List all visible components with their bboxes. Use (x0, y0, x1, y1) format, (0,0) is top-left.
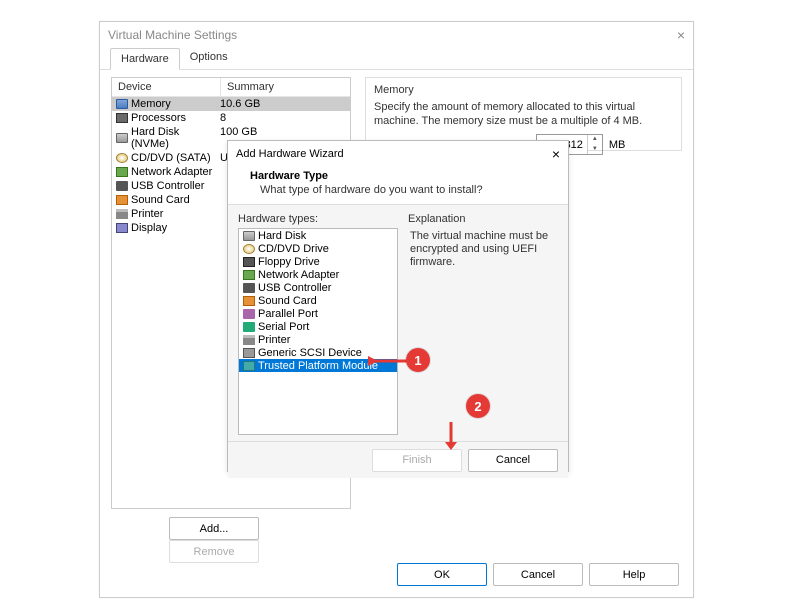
hardware-type-item[interactable]: CD/DVD Drive (239, 242, 397, 255)
hw-label: Sound Card (258, 295, 317, 307)
hardware-types-list[interactable]: Hard DiskCD/DVD DriveFloppy DriveNetwork… (238, 228, 398, 435)
device-name: Display (131, 222, 167, 234)
hardware-type-item[interactable]: Serial Port (239, 320, 397, 333)
device-icon (116, 153, 128, 163)
help-button[interactable]: Help (589, 563, 679, 586)
hardware-type-item[interactable]: Floppy Drive (239, 255, 397, 268)
device-name: USB Controller (131, 180, 204, 192)
tab-options[interactable]: Options (180, 47, 238, 69)
close-icon[interactable]: × (677, 27, 685, 43)
explanation-text: The virtual machine must be encrypted an… (408, 228, 558, 271)
hw-label: Parallel Port (258, 308, 318, 320)
wizard-left: Hardware types: Hard DiskCD/DVD DriveFlo… (238, 213, 398, 433)
add-button[interactable]: Add... (169, 517, 259, 540)
titlebar: Virtual Machine Settings × (100, 22, 693, 47)
device-table-header: Device Summary (112, 78, 350, 97)
device-icon (116, 223, 128, 233)
wizard-header: Hardware Type What type of hardware do y… (228, 166, 568, 205)
hw-icon (243, 322, 255, 332)
explanation-label: Explanation (408, 213, 558, 225)
wizard-subheading: What type of hardware do you want to ins… (250, 184, 546, 196)
hw-icon (243, 296, 255, 306)
wizard-title: Add Hardware Wizard (236, 148, 344, 160)
hw-icon (243, 309, 255, 319)
wizard-heading: Hardware Type (250, 170, 328, 182)
add-hardware-wizard: Add Hardware Wizard × Hardware Type What… (227, 140, 569, 472)
device-name: Processors (131, 112, 186, 124)
device-icon (116, 181, 128, 191)
hardware-type-item[interactable]: Hard Disk (239, 229, 397, 242)
device-name: Hard Disk (NVMe) (131, 126, 218, 150)
hw-icon (243, 270, 255, 280)
device-row[interactable]: Memory 10.6 GB (112, 97, 350, 111)
wizard-cancel-button[interactable]: Cancel (468, 449, 558, 472)
hw-icon (243, 283, 255, 293)
hw-label: CD/DVD Drive (258, 243, 329, 255)
memory-title: Memory (374, 84, 673, 96)
hw-icon (243, 361, 255, 371)
memory-desc: Specify the amount of memory allocated t… (374, 100, 673, 128)
hardware-type-item[interactable]: Printer (239, 333, 397, 346)
memory-unit: MB (609, 139, 626, 151)
hw-label: Generic SCSI Device (258, 347, 362, 359)
annotation-1: 1 (406, 348, 430, 372)
wizard-footer: Finish Cancel (228, 442, 568, 478)
device-icon (116, 133, 128, 143)
device-icon (116, 99, 128, 109)
device-summary: 10.6 GB (218, 98, 350, 110)
device-name: Sound Card (131, 194, 190, 206)
hardware-type-item[interactable]: Sound Card (239, 294, 397, 307)
hardware-type-item[interactable]: Generic SCSI Device (239, 346, 397, 359)
hw-icon (243, 231, 255, 241)
device-name: Printer (131, 208, 163, 220)
device-icon (116, 209, 128, 219)
tab-hardware[interactable]: Hardware (110, 48, 180, 70)
device-name: CD/DVD (SATA) (131, 152, 211, 164)
device-icon (116, 113, 128, 123)
hw-label: Trusted Platform Module (258, 360, 378, 372)
finish-button[interactable]: Finish (372, 449, 462, 472)
device-name: Memory (131, 98, 171, 110)
spinner-arrows[interactable]: ▲▼ (587, 135, 602, 154)
cancel-button[interactable]: Cancel (493, 563, 583, 586)
hw-icon (243, 348, 255, 358)
hardware-type-item[interactable]: Network Adapter (239, 268, 397, 281)
hardware-type-item[interactable]: Trusted Platform Module (239, 359, 397, 372)
hw-label: Hard Disk (258, 230, 306, 242)
hw-label: Floppy Drive (258, 256, 320, 268)
device-icon (116, 167, 128, 177)
device-name: Network Adapter (131, 166, 212, 178)
hw-icon (243, 257, 255, 267)
tabs: Hardware Options (100, 47, 693, 70)
annotation-2: 2 (466, 394, 490, 418)
hw-label: USB Controller (258, 282, 331, 294)
window-title: Virtual Machine Settings (108, 28, 237, 42)
device-row[interactable]: Processors 8 (112, 111, 350, 125)
hw-icon (243, 335, 255, 345)
hw-label: Serial Port (258, 321, 309, 333)
footer-buttons: OK Cancel Help (397, 563, 679, 586)
wizard-body: Hardware types: Hard DiskCD/DVD DriveFlo… (228, 205, 568, 442)
wizard-titlebar: Add Hardware Wizard × (228, 141, 568, 166)
hardware-type-item[interactable]: USB Controller (239, 281, 397, 294)
col-summary: Summary (221, 78, 350, 96)
col-device: Device (112, 78, 221, 96)
ok-button[interactable]: OK (397, 563, 487, 586)
remove-button: Remove (169, 540, 259, 563)
add-remove-bar: Add... Remove (169, 517, 351, 563)
device-summary: 8 (218, 112, 350, 124)
close-icon[interactable]: × (552, 146, 560, 162)
types-label: Hardware types: (238, 213, 398, 225)
device-icon (116, 195, 128, 205)
hw-label: Printer (258, 334, 290, 346)
hw-icon (243, 244, 255, 254)
hardware-type-item[interactable]: Parallel Port (239, 307, 397, 320)
hw-label: Network Adapter (258, 269, 339, 281)
